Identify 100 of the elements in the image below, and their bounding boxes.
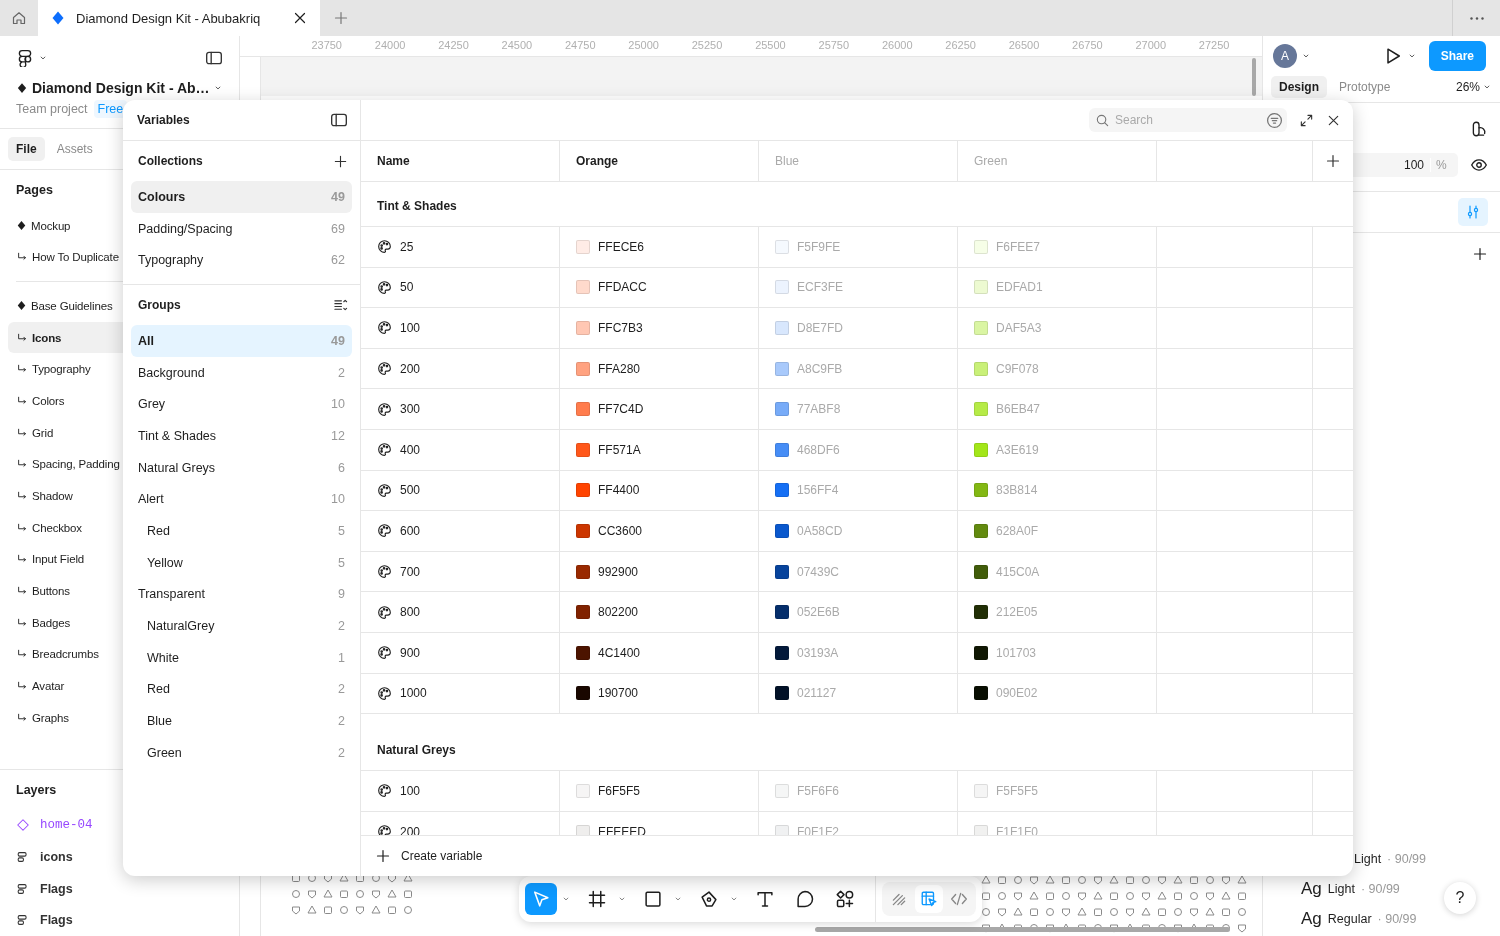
- color-swatch[interactable]: [576, 564, 590, 579]
- hex-value: FFDACC: [598, 280, 647, 295]
- zoom-menu[interactable]: 26%: [1455, 80, 1492, 94]
- color-swatch[interactable]: [576, 280, 590, 295]
- color-swatch[interactable]: [974, 783, 988, 798]
- hex-value: 101703: [996, 645, 1037, 660]
- add-collection-button[interactable]: [333, 153, 348, 169]
- group-item[interactable]: Alert 10: [131, 483, 352, 516]
- create-variable-button[interactable]: Create variable: [375, 848, 483, 864]
- eye-icon[interactable]: [1470, 156, 1488, 174]
- section-title: Tint & Shades: [377, 199, 457, 213]
- color-swatch[interactable]: [775, 564, 789, 579]
- plus-icon: [333, 10, 349, 26]
- color-swatch[interactable]: [775, 605, 789, 620]
- document-tab[interactable]: Diamond Design Kit - Abubakriq: [38, 0, 320, 36]
- scrollbar[interactable]: [1252, 58, 1256, 96]
- filter-icon[interactable]: [1266, 111, 1283, 129]
- collection-item[interactable]: Padding/Spacing 69: [131, 212, 352, 245]
- color-swatch[interactable]: [775, 239, 789, 254]
- panel-tab[interactable]: Prototype: [1331, 76, 1399, 98]
- color-swatch[interactable]: [576, 645, 590, 660]
- hex-value: 090E02: [996, 686, 1038, 701]
- search-field[interactable]: Search: [1089, 108, 1287, 132]
- add-column-button[interactable]: [1325, 153, 1341, 169]
- color-swatch[interactable]: [576, 402, 590, 417]
- group-item[interactable]: Transparent 9: [131, 578, 352, 611]
- color-swatch[interactable]: [576, 361, 590, 376]
- color-swatch[interactable]: [775, 321, 789, 335]
- help-button[interactable]: ?: [1444, 882, 1476, 914]
- color-swatch[interactable]: [974, 402, 988, 417]
- color-swatch[interactable]: [576, 686, 590, 701]
- group-item[interactable]: Tint & Shades 12: [131, 420, 352, 452]
- group-item[interactable]: All 49: [131, 325, 352, 357]
- hex-value: 052E6B: [797, 605, 840, 620]
- collapse-groups-button[interactable]: [333, 297, 348, 313]
- color-swatch[interactable]: [974, 280, 988, 295]
- close-icon[interactable]: [292, 10, 308, 26]
- panel-tab[interactable]: Design: [1271, 76, 1327, 98]
- scrollbar[interactable]: [815, 927, 1230, 932]
- color-swatch[interactable]: [974, 605, 988, 620]
- color-swatch[interactable]: [974, 523, 988, 538]
- color-swatch[interactable]: [974, 361, 988, 376]
- color-swatch[interactable]: [974, 483, 988, 498]
- color-swatch[interactable]: [974, 564, 988, 579]
- color-swatch[interactable]: [775, 280, 789, 295]
- text-style-item[interactable]: Ag Regular · 90/99: [1301, 904, 1417, 934]
- color-swatch[interactable]: [974, 824, 988, 835]
- avatar[interactable]: A: [1273, 44, 1297, 68]
- sidebar-tab[interactable]: File: [8, 136, 45, 161]
- layer-item[interactable]: Flags: [0, 872, 239, 905]
- group-item[interactable]: NaturalGrey 2: [131, 610, 352, 642]
- layer-item[interactable]: home-04: [0, 809, 239, 842]
- color-swatch[interactable]: [775, 442, 789, 457]
- color-swatch[interactable]: [775, 824, 789, 835]
- collection-item[interactable]: Colours 49: [131, 181, 352, 213]
- color-swatch[interactable]: [775, 402, 789, 417]
- main-menu-button[interactable]: [16, 48, 48, 67]
- collection-item[interactable]: Typography 62: [131, 244, 352, 277]
- color-swatch[interactable]: [775, 361, 789, 376]
- color-swatch[interactable]: [974, 645, 988, 660]
- layer-item[interactable]: icons: [0, 841, 239, 873]
- color-swatch[interactable]: [576, 321, 590, 335]
- color-swatch[interactable]: [974, 321, 988, 335]
- color-swatch[interactable]: [775, 686, 789, 701]
- design-mode-button[interactable]: [915, 885, 943, 913]
- move-tool-button[interactable]: [525, 883, 557, 915]
- group-item[interactable]: Blue 2: [131, 705, 352, 737]
- hex-value: A3E619: [996, 442, 1039, 457]
- group-item[interactable]: White 1: [131, 641, 352, 674]
- color-swatch[interactable]: [576, 824, 590, 835]
- palette-icon: [377, 442, 392, 458]
- color-swatch[interactable]: [974, 686, 988, 701]
- expand-button[interactable]: [1299, 112, 1314, 128]
- group-item[interactable]: Red 2: [131, 673, 352, 706]
- variables-button[interactable]: [1458, 198, 1488, 226]
- color-swatch[interactable]: [576, 783, 590, 798]
- group-item[interactable]: Natural Greys 6: [131, 451, 352, 484]
- color-swatch[interactable]: [974, 239, 988, 254]
- sidebar-tab[interactable]: Assets: [48, 136, 101, 161]
- color-swatch[interactable]: [775, 645, 789, 660]
- hex-value: B6EB47: [996, 402, 1041, 417]
- group-item[interactable]: Grey 10: [131, 388, 352, 421]
- color-swatch[interactable]: [974, 442, 988, 457]
- group-item[interactable]: Green 2: [131, 737, 352, 769]
- color-swatch[interactable]: [775, 523, 789, 538]
- color-swatch[interactable]: [576, 483, 590, 498]
- group-item[interactable]: Yellow 5: [131, 546, 352, 579]
- color-swatch[interactable]: [775, 783, 789, 798]
- color-swatch[interactable]: [576, 605, 590, 620]
- group-item[interactable]: Background 2: [131, 356, 352, 389]
- color-swatch[interactable]: [576, 239, 590, 254]
- color-swatch[interactable]: [775, 483, 789, 498]
- text-style-item[interactable]: Ag Light · 90/99: [1301, 874, 1400, 904]
- color-swatch[interactable]: [576, 523, 590, 538]
- color-swatch[interactable]: [576, 442, 590, 457]
- layer-item[interactable]: Flags: [0, 904, 239, 936]
- sidebar-toggle-button[interactable]: [330, 111, 348, 129]
- plus-icon[interactable]: [1472, 246, 1488, 262]
- group-item[interactable]: Red 5: [131, 515, 352, 547]
- blend-icon[interactable]: [1470, 120, 1488, 138]
